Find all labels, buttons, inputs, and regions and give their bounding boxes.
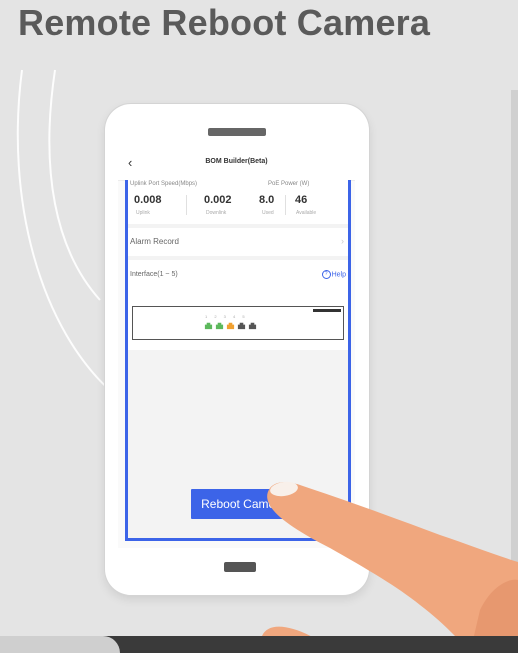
bottom-strip: [0, 636, 518, 653]
app-title: BOM Builder(Beta): [205, 158, 268, 165]
downlink-value: 0.002: [204, 194, 232, 206]
stats-card: Uplink Port Speed(Mbps) PoE Power (W) 0.…: [128, 180, 348, 224]
phone-home-button: [224, 562, 256, 572]
downlink-label: Downlink: [206, 210, 227, 216]
device-model-tag: [313, 309, 341, 312]
help-label: Help: [331, 271, 346, 279]
phone-mockup: ‹ BOM Builder(Beta) Uplink Port Speed(Mb…: [105, 104, 369, 595]
poe-available-value: 46: [295, 194, 308, 206]
interface-label: Interface(1 ~ 5): [130, 271, 178, 278]
help-button[interactable]: ? Help: [321, 270, 346, 279]
ethernet-port-icon[interactable]: [237, 321, 246, 330]
ethernet-port-icon[interactable]: [215, 321, 224, 330]
port-numbers: 1 2 3 4 5: [205, 314, 248, 319]
alarm-record-row[interactable]: Alarm Record ›: [128, 228, 348, 256]
phone-speaker: [208, 128, 266, 136]
poe-used-label: Used: [262, 210, 274, 216]
bottom-strip-highlight: [0, 636, 120, 653]
uplink-label: Uplink: [136, 210, 150, 216]
app-content: Uplink Port Speed(Mbps) PoE Power (W) 0.…: [125, 180, 351, 541]
poe-power-header: PoE Power (W): [268, 181, 310, 187]
tutorial-frame: Remote Reboot Camera ‹ BOM Builder(Beta)…: [0, 0, 518, 653]
uplink-speed-header: Uplink Port Speed(Mbps): [130, 181, 198, 187]
divider: [186, 195, 187, 215]
poe-available-label: Available: [296, 210, 317, 216]
chevron-right-icon: ›: [341, 236, 344, 246]
uplink-value: 0.008: [134, 194, 162, 206]
ethernet-port-icon[interactable]: [248, 321, 257, 330]
question-circle-icon: ?: [321, 270, 331, 279]
alarm-record-label: Alarm Record: [130, 237, 179, 246]
ethernet-port-icon[interactable]: [204, 321, 213, 330]
phone-screen: ‹ BOM Builder(Beta) Uplink Port Speed(Mb…: [118, 146, 355, 548]
switch-diagram: 1 2 3 4 5: [132, 306, 344, 340]
divider: [285, 195, 286, 215]
poe-used-value: 8.0: [259, 194, 275, 206]
ethernet-port-icon[interactable]: [226, 321, 235, 330]
page-title: Remote Reboot Camera: [18, 2, 431, 43]
interface-card: Interface(1 ~ 5) ? Help 1 2 3 4 5: [128, 260, 348, 350]
app-header: ‹ BOM Builder(Beta): [118, 146, 355, 181]
reboot-camera-button[interactable]: Reboot Camera: [191, 489, 296, 519]
